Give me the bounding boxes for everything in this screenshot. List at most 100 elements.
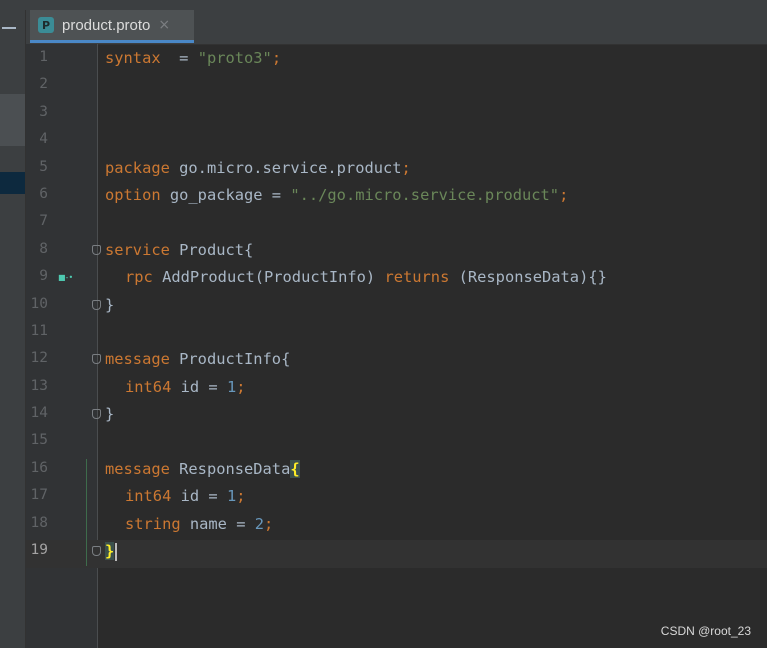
line-number: 12 xyxy=(30,350,48,367)
code-token: string xyxy=(125,514,181,533)
code-text: service Product{ xyxy=(105,241,253,259)
fold-marker-icon[interactable] xyxy=(92,546,101,557)
code-token: "../go.micro.service.product" xyxy=(290,185,560,204)
code-token: int64 xyxy=(125,377,172,396)
code-token: message xyxy=(105,459,170,478)
line-number: 6 xyxy=(39,185,48,202)
code-token: = xyxy=(160,49,198,67)
code-token: returns xyxy=(384,268,450,287)
code-text: package go.micro.service.product; xyxy=(105,159,411,177)
code-token: ; xyxy=(236,487,246,506)
line-number: 16 xyxy=(30,459,48,476)
line-number: 2 xyxy=(39,76,48,93)
code-line[interactable]: 4 xyxy=(0,126,767,153)
code-line[interactable]: 10} xyxy=(0,291,767,318)
code-token: } xyxy=(105,405,115,424)
code-text: rpc AddProduct(ProductInfo) returns (Res… xyxy=(105,268,607,286)
code-token: 1 xyxy=(226,377,237,396)
code-token: syntax xyxy=(105,49,161,67)
code-text: string name = 2; xyxy=(105,515,273,533)
code-line[interactable]: 12 message ProductInfo{ xyxy=(0,345,767,372)
code-token: ; xyxy=(401,158,411,177)
code-token: option xyxy=(105,185,161,204)
code-line[interactable]: 2 xyxy=(0,71,767,98)
code-token: go_package = xyxy=(160,185,291,204)
code-text: } xyxy=(105,405,114,423)
line-number: 8 xyxy=(39,240,48,257)
tab-filename: product.proto xyxy=(62,16,151,34)
code-text: message ProductInfo{ xyxy=(105,350,290,368)
line-number: 14 xyxy=(30,405,48,422)
close-icon[interactable]: × xyxy=(158,17,170,33)
code-token: ProductInfo{ xyxy=(169,350,291,369)
code-token: ; xyxy=(236,377,246,396)
line-number: 10 xyxy=(30,295,48,312)
code-line[interactable]: 17 int64 id = 1; xyxy=(0,482,767,509)
code-token: ; xyxy=(559,185,569,204)
code-token: } xyxy=(105,542,115,561)
line-number: 1 xyxy=(39,49,48,65)
code-token: go.micro.service.product xyxy=(169,158,402,177)
code-text: int64 id = 1; xyxy=(105,378,246,396)
code-token: id = xyxy=(171,487,227,506)
code-token: 2 xyxy=(254,514,265,533)
code-line[interactable]: 15 xyxy=(0,427,767,454)
line-number: 4 xyxy=(39,131,48,148)
code-line[interactable]: 18 string name = 2; xyxy=(0,510,767,537)
proto-file-icon: P xyxy=(38,17,54,33)
minimize-icon[interactable] xyxy=(2,27,16,29)
code-editor[interactable]: 1 syntax = "proto3"; 2 3 4 5 package go.micro.… xyxy=(0,44,767,564)
code-line[interactable]: 19} xyxy=(0,537,767,564)
editor-tab-strip: P product.proto × xyxy=(26,10,767,45)
code-text: message ResponseData{ xyxy=(105,459,300,478)
code-token: } xyxy=(105,295,115,314)
code-token: int64 xyxy=(125,487,172,506)
code-text: } xyxy=(105,296,114,314)
watermark: CSDN @root_23 xyxy=(660,624,751,638)
code-token: ; xyxy=(264,514,274,533)
code-line[interactable]: 11 xyxy=(0,318,767,345)
line-number: 13 xyxy=(30,377,48,394)
code-line[interactable]: 1 syntax = "proto3"; xyxy=(0,44,767,71)
code-token: message xyxy=(105,350,170,369)
code-token: { xyxy=(290,459,300,478)
code-token: Product{ xyxy=(169,240,254,259)
line-number: 3 xyxy=(39,103,48,120)
code-token: service xyxy=(105,240,170,259)
code-line[interactable]: 7 xyxy=(0,208,767,235)
code-text: int64 id = 1; xyxy=(105,487,246,505)
code-line[interactable]: 9 ■-• rpc AddProduct(ProductInfo) returns … xyxy=(0,263,767,290)
code-token: (ResponseData){} xyxy=(449,268,607,287)
fold-marker-icon[interactable] xyxy=(92,354,101,365)
code-token: id = xyxy=(171,377,227,396)
implemented-marker-icon[interactable]: ■-• xyxy=(58,273,74,282)
line-number: 15 xyxy=(30,432,48,449)
code-line[interactable]: 8 service Product{ xyxy=(0,236,767,263)
code-token: 1 xyxy=(226,487,237,506)
code-token: "proto3" xyxy=(197,49,272,67)
code-line[interactable]: 5 package go.micro.service.product; xyxy=(0,154,767,181)
code-line[interactable]: 16 message ResponseData{ xyxy=(0,455,767,482)
fold-marker-icon[interactable] xyxy=(92,299,101,310)
line-number: 9 xyxy=(39,268,48,285)
fold-marker-icon[interactable] xyxy=(92,409,101,420)
line-number: 11 xyxy=(30,322,48,339)
code-token: rpc xyxy=(125,268,153,287)
line-number: 19 xyxy=(30,542,48,559)
text-caret xyxy=(115,542,118,561)
code-line[interactable]: 13 int64 id = 1; xyxy=(0,373,767,400)
code-text: option go_package = "../go.micro.service… xyxy=(105,186,568,204)
line-number: 18 xyxy=(30,514,48,531)
code-line[interactable]: 6 option go_package = "../go.micro.servic… xyxy=(0,181,767,208)
line-number: 7 xyxy=(39,213,48,230)
code-line[interactable]: 3 xyxy=(0,99,767,126)
line-number: 5 xyxy=(39,158,48,175)
code-text: syntax = "proto3"; xyxy=(105,49,281,67)
code-line[interactable]: 14} xyxy=(0,400,767,427)
code-text: } xyxy=(105,542,118,561)
code-token: package xyxy=(105,158,170,177)
fold-marker-icon[interactable] xyxy=(92,244,101,255)
tab-product-proto[interactable]: P product.proto × xyxy=(30,10,194,43)
code-token: name = xyxy=(180,514,255,533)
code-token: ResponseData xyxy=(169,459,291,478)
